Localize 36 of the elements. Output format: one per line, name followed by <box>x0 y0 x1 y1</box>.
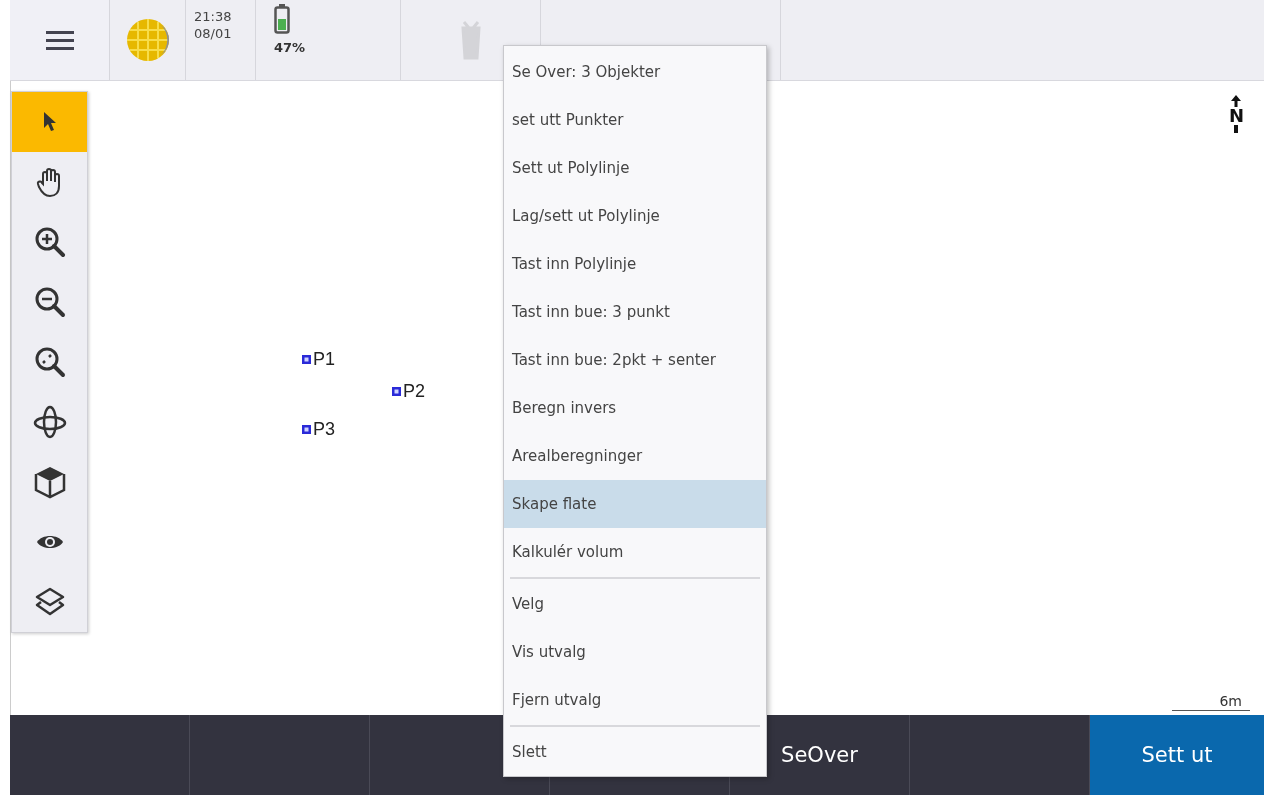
menu-item[interactable]: Sett ut Polylinje <box>504 144 766 192</box>
menu-icon <box>45 30 74 50</box>
clock-date: 08/01 <box>194 25 232 42</box>
menu-item[interactable]: Beregn invers <box>504 384 766 432</box>
menu-item[interactable]: Tast inn bue: 3 punkt <box>504 288 766 336</box>
point-label: P1 <box>313 349 336 370</box>
scale-bar: 6m <box>1172 691 1250 711</box>
menu-item[interactable]: Tast inn bue: 2pkt + senter <box>504 336 766 384</box>
clock-time: 21:38 <box>194 8 232 25</box>
globe-icon <box>124 17 171 63</box>
point-label: P2 <box>403 381 426 402</box>
menu-item[interactable]: Kalkulér volum <box>504 528 766 576</box>
softkey-button[interactable]: Sett ut <box>1090 715 1264 795</box>
menu-item[interactable]: Vis utvalg <box>504 628 766 676</box>
point-marker-icon[interactable] <box>301 424 312 435</box>
zoom-out-icon <box>33 286 66 318</box>
menu-item[interactable]: Skape flate <box>504 480 766 528</box>
menu-item[interactable]: Se Over: 3 Objekter <box>504 48 766 96</box>
battery-icon <box>274 4 290 34</box>
point-marker-icon[interactable] <box>301 354 312 365</box>
zoom-extents-icon <box>33 346 66 378</box>
eye-icon <box>35 533 64 551</box>
battery-percent: 47% <box>274 40 306 55</box>
tool-button[interactable] <box>12 92 87 152</box>
menu-item[interactable]: Velg <box>504 580 766 628</box>
pointer-icon <box>41 111 58 133</box>
menu-item[interactable]: set utt Punkter <box>504 96 766 144</box>
zoom-in-icon <box>33 226 66 258</box>
layers-icon <box>34 587 65 617</box>
point-marker-icon[interactable] <box>391 386 402 397</box>
orbit-icon <box>32 405 67 439</box>
menu-item[interactable]: Tast inn Polylinje <box>504 240 766 288</box>
point-label: P3 <box>313 419 336 440</box>
menu-item[interactable]: Arealberegninger <box>504 432 766 480</box>
menu-item[interactable]: Lag/sett ut Polylinje <box>504 192 766 240</box>
cube-icon <box>33 465 66 499</box>
